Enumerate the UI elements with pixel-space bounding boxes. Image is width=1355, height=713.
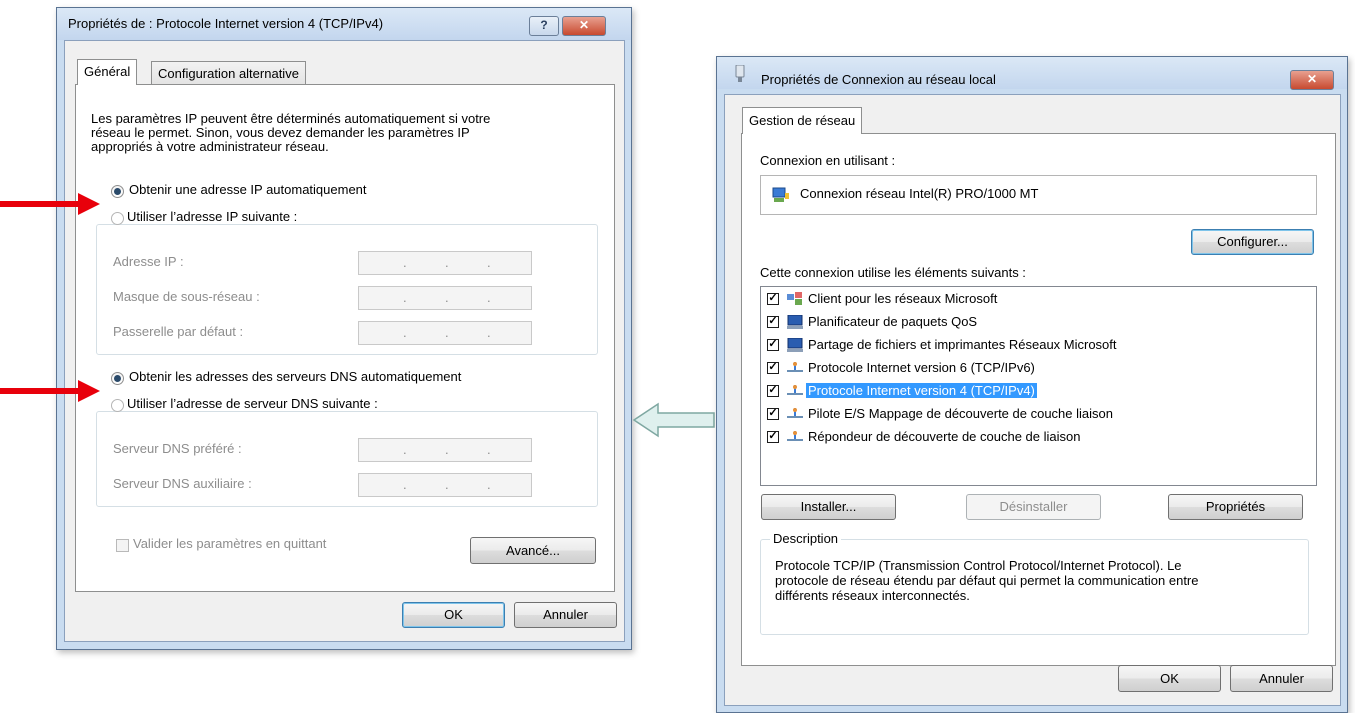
component-label: Partage de fichiers et imprimantes Résea… xyxy=(808,337,1117,352)
uninstall-button[interactable]: Désinstaller xyxy=(966,494,1101,520)
tab-alternate-config[interactable]: Configuration alternative xyxy=(151,61,306,85)
adapter-name: Connexion réseau Intel(R) PRO/1000 MT xyxy=(800,186,1039,201)
component-label: Protocole Internet version 4 (TCP/IPv4) xyxy=(805,382,1038,399)
close-icon: ✕ xyxy=(578,18,590,32)
components-label: Cette connexion utilise les éléments sui… xyxy=(760,265,1026,280)
ipv4-properties-window: Propriétés de : Protocole Internet versi… xyxy=(56,7,632,650)
tab-networking[interactable]: Gestion de réseau xyxy=(742,107,863,134)
lan-window-titlebar[interactable]: Propriétés de Connexion au réseau local … xyxy=(717,57,1347,90)
tab-general[interactable]: Général xyxy=(77,59,138,85)
list-item[interactable]: ✓ Client pour les réseaux Microsoft xyxy=(767,288,1307,310)
ipv4-description-line-2: réseau le permet. Sinon, vous devez dema… xyxy=(91,125,470,140)
description-line-2: protocole de réseau étendu par défaut qu… xyxy=(775,573,1199,588)
dns-auto-radio[interactable] xyxy=(111,372,124,385)
component-checkbox[interactable]: ✓ xyxy=(767,316,779,328)
dns-auto-label[interactable]: Obtenir les adresses des serveurs DNS au… xyxy=(129,369,461,384)
alternate-dns-label: Serveur DNS auxiliaire : xyxy=(113,476,252,491)
list-item[interactable]: ✓ Protocole Internet version 6 (TCP/IPv6… xyxy=(767,357,1307,379)
ip-auto-radio[interactable] xyxy=(111,185,124,198)
dns-auto-arrow-icon xyxy=(0,380,100,402)
connect-using-label: Connexion en utilisant : xyxy=(760,153,896,168)
adapter-box: Connexion réseau Intel(R) PRO/1000 MT xyxy=(760,175,1317,215)
ip-address-field[interactable]: ... xyxy=(358,251,532,275)
component-checkbox[interactable]: ✓ xyxy=(767,385,779,397)
list-item[interactable]: ✓ Partage de fichiers et imprimantes Rés… xyxy=(767,334,1307,356)
list-item[interactable]: ✓ Planificateur de paquets QoS xyxy=(767,311,1307,333)
network-client-icon xyxy=(787,292,802,305)
close-button[interactable]: ✕ xyxy=(562,16,606,36)
ip-address-label: Adresse IP : xyxy=(113,254,184,269)
list-item-selected[interactable]: ✓ Protocole Internet version 4 (TCP/IPv4… xyxy=(767,380,1307,402)
tab-general-label: Général xyxy=(84,64,131,79)
lan-ok-button[interactable]: OK xyxy=(1118,665,1221,692)
alternate-dns-field[interactable]: ... xyxy=(358,473,532,497)
preferred-dns-field[interactable]: ... xyxy=(358,438,532,462)
list-item[interactable]: ✓ Pilote E/S Mappage de découverte de co… xyxy=(767,403,1307,425)
list-item[interactable]: ✓ Répondeur de découverte de couche de l… xyxy=(767,426,1307,448)
tab-networking-label: Gestion de réseau xyxy=(749,113,856,128)
ok-button[interactable]: OK xyxy=(402,602,505,628)
protocol-icon xyxy=(787,431,803,441)
link-arrow-icon xyxy=(632,402,715,438)
computer-icon xyxy=(787,338,803,352)
ipv4-window-client: Général Configuration alternative Les pa… xyxy=(64,40,625,642)
component-label: Protocole Internet version 6 (TCP/IPv6) xyxy=(808,360,1035,375)
computer-icon xyxy=(787,315,803,329)
component-label: Planificateur de paquets QoS xyxy=(808,314,978,329)
protocol-icon xyxy=(787,362,803,372)
general-tab-panel: Les paramètres IP peuvent être déterminé… xyxy=(75,84,615,592)
install-button[interactable]: Installer... xyxy=(761,494,896,520)
description-line-3: différents réseaux interconnectés. xyxy=(775,588,970,603)
lan-close-icon: ✕ xyxy=(1306,72,1318,86)
subnet-mask-field[interactable]: ... xyxy=(358,286,532,310)
dns-manual-label[interactable]: Utiliser l’adresse de serveur DNS suivan… xyxy=(127,396,384,411)
validate-on-exit-checkbox[interactable] xyxy=(116,539,129,552)
networking-tab-panel: Connexion en utilisant : Connexion résea… xyxy=(741,133,1336,666)
lan-close-button[interactable]: ✕ xyxy=(1290,70,1334,90)
component-checkbox[interactable]: ✓ xyxy=(767,293,779,305)
lan-window-client: Gestion de réseau Connexion en utilisant… xyxy=(724,94,1341,706)
component-checkbox[interactable]: ✓ xyxy=(767,362,779,374)
component-checkbox[interactable]: ✓ xyxy=(767,339,779,351)
validate-on-exit-label[interactable]: Valider les paramètres en quittant xyxy=(133,536,326,551)
ip-manual-label[interactable]: Utiliser l’adresse IP suivante : xyxy=(127,209,304,224)
lan-properties-window: Propriétés de Connexion au réseau local … xyxy=(716,56,1348,713)
network-card-icon xyxy=(772,187,789,202)
component-label: Répondeur de découverte de couche de lia… xyxy=(808,429,1081,444)
component-checkbox[interactable]: ✓ xyxy=(767,408,779,420)
component-label: Pilote E/S Mappage de découverte de couc… xyxy=(808,406,1113,421)
help-icon: ? xyxy=(540,18,548,32)
lan-cancel-button[interactable]: Annuler xyxy=(1230,665,1333,692)
subnet-mask-label: Masque de sous-réseau : xyxy=(113,289,260,304)
advanced-button[interactable]: Avancé... xyxy=(470,537,596,564)
cancel-button[interactable]: Annuler xyxy=(514,602,617,628)
help-button[interactable]: ? xyxy=(529,16,559,36)
network-adapter-icon xyxy=(735,65,745,82)
ipv4-window-titlebar[interactable]: Propriétés de : Protocole Internet versi… xyxy=(57,8,631,40)
description-title: Description xyxy=(770,531,842,546)
ipv4-window-title: Propriétés de : Protocole Internet versi… xyxy=(68,16,384,31)
protocol-icon xyxy=(787,385,803,395)
components-list[interactable]: ✓ Client pour les réseaux Microsoft ✓ Pl… xyxy=(760,286,1317,486)
configure-button[interactable]: Configurer... xyxy=(1191,229,1314,255)
protocol-icon xyxy=(787,408,803,418)
component-checkbox[interactable]: ✓ xyxy=(767,431,779,443)
dns-manual-radio[interactable] xyxy=(111,399,124,412)
ip-auto-arrow-icon xyxy=(0,193,100,215)
ip-auto-label[interactable]: Obtenir une adresse IP automatiquement xyxy=(129,182,367,197)
ipv4-description-line-1: Les paramètres IP peuvent être déterminé… xyxy=(91,111,491,126)
default-gateway-field[interactable]: ... xyxy=(358,321,532,345)
properties-button[interactable]: Propriétés xyxy=(1168,494,1303,520)
ip-manual-radio[interactable] xyxy=(111,212,124,225)
tab-alternate-config-label: Configuration alternative xyxy=(158,66,299,81)
preferred-dns-label: Serveur DNS préféré : xyxy=(113,441,242,456)
component-label: Client pour les réseaux Microsoft xyxy=(808,291,998,306)
description-line-1: Protocole TCP/IP (Transmission Control P… xyxy=(775,558,1182,573)
default-gateway-label: Passerelle par défaut : xyxy=(113,324,244,339)
ipv4-description-line-3: appropriés à votre administrateur réseau… xyxy=(91,139,329,154)
lan-window-title: Propriétés de Connexion au réseau local xyxy=(761,72,996,87)
